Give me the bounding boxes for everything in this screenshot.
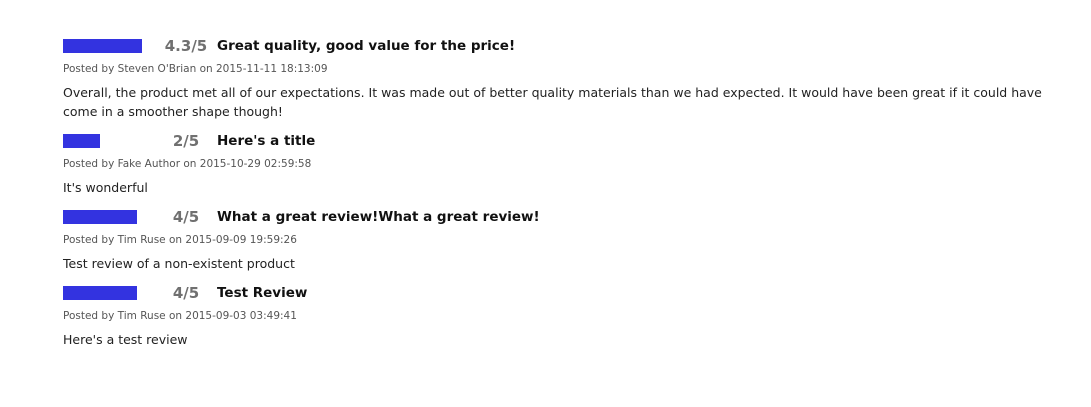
review-item: 2/5 Here's a title Posted by Fake Author… <box>63 130 1063 197</box>
review-title: Test Review <box>217 285 308 301</box>
rating-score: 4/5 <box>172 208 200 226</box>
review-header: 4/5 Test Review <box>63 282 1063 304</box>
review-item: 4/5 What a great review!What a great rev… <box>63 206 1063 273</box>
review-item: 4/5 Test Review Posted by Tim Ruse on 20… <box>63 282 1063 349</box>
review-title: What a great review!What a great review! <box>217 209 540 225</box>
review-list: 4.3/5 Great quality, good value for the … <box>63 35 1063 349</box>
review-body: Here's a test review <box>63 332 188 347</box>
rating-bar-fill <box>63 134 100 148</box>
review-title: Here's a title <box>217 133 316 149</box>
rating-score: 4/5 <box>172 284 200 302</box>
review-item: 4.3/5 Great quality, good value for the … <box>63 35 1063 121</box>
rating-bar <box>63 134 155 148</box>
rating-score: 4.3/5 <box>164 37 208 55</box>
rating-bar <box>63 286 155 300</box>
review-body: Test review of a non-existent product <box>63 256 295 271</box>
review-meta: Posted by Tim Ruse on 2015-09-09 19:59:2… <box>63 234 297 246</box>
review-body: It's wonderful <box>63 180 148 195</box>
review-header: 4.3/5 Great quality, good value for the … <box>63 35 1063 57</box>
review-meta: Posted by Steven O'Brian on 2015-11-11 1… <box>63 63 328 75</box>
rating-bar <box>63 39 155 53</box>
rating-bar-fill <box>63 210 137 224</box>
rating-bar <box>63 210 155 224</box>
rating-score: 2/5 <box>172 132 200 150</box>
rating-bar-fill <box>63 39 143 53</box>
review-header: 2/5 Here's a title <box>63 130 1063 152</box>
review-header: 4/5 What a great review!What a great rev… <box>63 206 1063 228</box>
review-body: Overall, the product met all of our expe… <box>63 85 1042 119</box>
rating-bar-fill <box>63 286 137 300</box>
review-meta: Posted by Fake Author on 2015-10-29 02:5… <box>63 158 312 170</box>
review-meta: Posted by Tim Ruse on 2015-09-03 03:49:4… <box>63 310 297 322</box>
review-title: Great quality, good value for the price! <box>217 38 516 54</box>
